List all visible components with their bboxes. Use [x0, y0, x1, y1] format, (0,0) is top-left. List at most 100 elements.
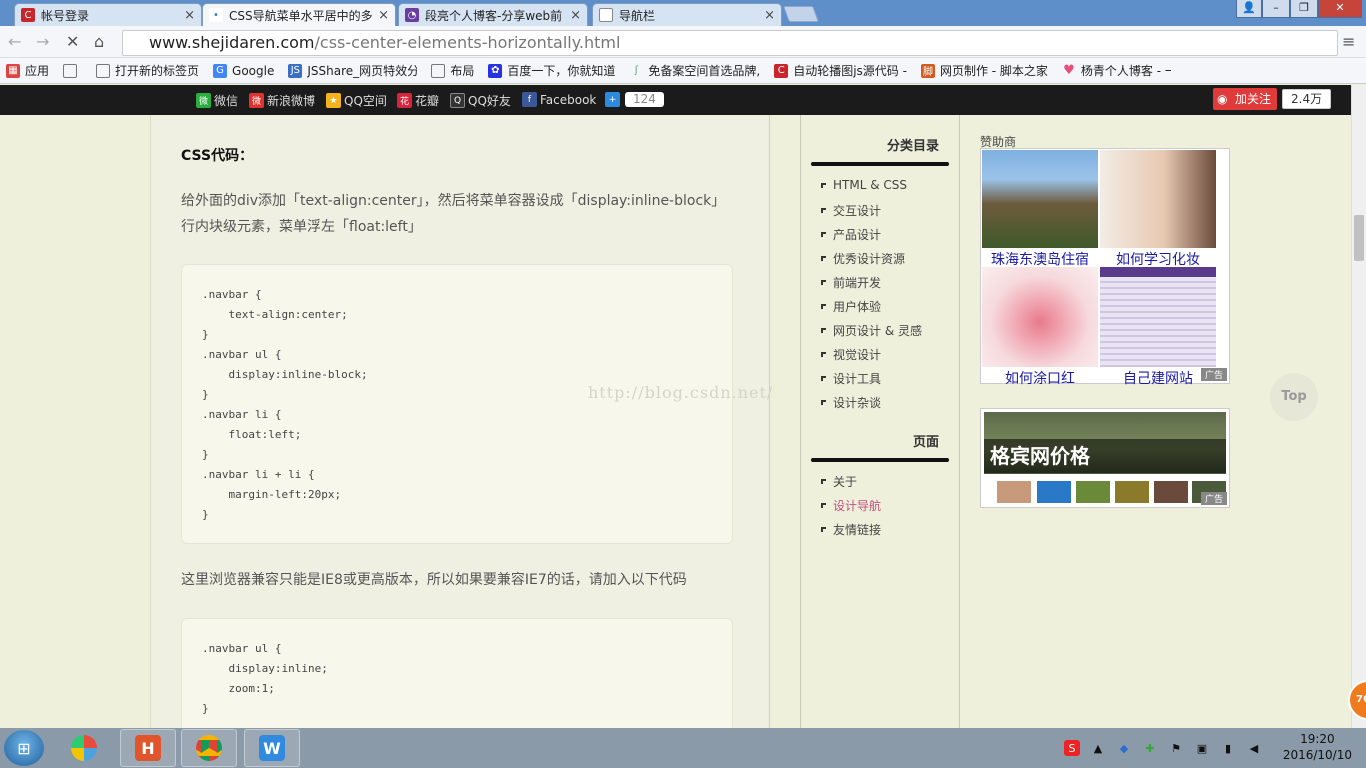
bookmark-apps[interactable]: ▦ 应用 — [6, 62, 49, 79]
home-icon[interactable]: ⌂ — [94, 32, 104, 51]
plus-icon: + — [605, 92, 620, 107]
csdn-favicon-icon: C — [774, 63, 789, 78]
category-link[interactable]: 网页设计 & 灵感 — [821, 322, 922, 339]
category-label: 交互设计 — [833, 204, 882, 218]
taskbar-wps[interactable]: W — [244, 729, 300, 767]
address-bar[interactable]: www.shejidaren.com/css-center-elements-h… — [122, 30, 1338, 56]
share-qq[interactable]: Q QQ好友 — [450, 92, 511, 109]
page-link-about[interactable]: 关于 — [821, 473, 857, 490]
plus-shield-icon[interactable]: ✚ — [1142, 740, 1158, 756]
scrollbar-thumb[interactable] — [1354, 215, 1364, 261]
ad-label[interactable]: 如何学习化妆 — [1100, 249, 1216, 269]
sogou-icon[interactable]: S — [1064, 740, 1080, 756]
taskbar-app[interactable] — [56, 729, 112, 767]
back-to-top-button[interactable]: Top — [1270, 373, 1318, 421]
ad-label[interactable]: 珠海东澳岛住宿 — [982, 249, 1098, 269]
bookmark-google[interactable]: G Google — [213, 63, 274, 78]
chevron-up-icon[interactable]: ▲ — [1090, 740, 1106, 756]
ad-image-website[interactable] — [1100, 267, 1216, 367]
share-facebook[interactable]: f Facebook — [522, 92, 596, 107]
tab-blog[interactable]: ◔ 段亮个人博客-分享web前 × — [398, 3, 588, 26]
close-icon[interactable]: × — [764, 8, 775, 23]
bookmark-item[interactable] — [63, 63, 82, 78]
share-wechat[interactable]: 微微信 — [196, 92, 238, 109]
ad-label[interactable]: 如何涂口红 — [982, 368, 1098, 388]
category-link[interactable]: 优秀设计资源 — [821, 250, 905, 267]
bookmark-label: 自动轮播图js源代码 - — [793, 64, 907, 78]
signal-icon[interactable]: ▮ — [1220, 740, 1236, 756]
code-line: zoom:1; — [202, 682, 275, 695]
taskbar-chrome[interactable] — [181, 729, 237, 767]
pages-title: 页面 — [912, 435, 939, 450]
ad-banner[interactable]: 格宾网价格 广告 — [980, 408, 1230, 508]
category-link[interactable]: HTML & CSS — [821, 178, 907, 192]
bookmark-new-tab[interactable]: 打开新的标签页 — [96, 62, 199, 79]
close-window-icon[interactable]: ✕ — [1318, 0, 1362, 18]
category-link[interactable]: 交互设计 — [821, 202, 881, 219]
category-link[interactable]: 前端开发 — [821, 274, 881, 291]
forward-arrow-icon[interactable]: → — [36, 32, 49, 51]
category-label: 设计工具 — [833, 372, 882, 386]
ad-image-hotel[interactable] — [982, 150, 1098, 248]
ad-tag: 广告 — [1200, 492, 1227, 505]
minimize-icon[interactable]: – — [1262, 0, 1290, 18]
user-icon[interactable]: 👤 — [1236, 0, 1262, 18]
bookmark-hosting[interactable]: ʃ 免备案空间首选品牌, — [629, 62, 761, 79]
bookmark-jsshare[interactable]: JS JSShare_网页特效分享 — [288, 62, 417, 79]
page-icon — [431, 63, 446, 78]
facebook-icon: f — [522, 92, 537, 107]
share-label: 花瓣 — [415, 94, 440, 108]
new-tab-button[interactable] — [783, 6, 819, 22]
tab-login[interactable]: C 帐号登录 × — [14, 3, 202, 26]
ad-thumb[interactable] — [1115, 481, 1149, 503]
bookmark-layout[interactable]: 布局 — [431, 62, 474, 79]
ad-thumb[interactable] — [1154, 481, 1188, 503]
clock[interactable]: 19:20 2016/10/10 — [1283, 731, 1352, 763]
windows-start-icon[interactable]: ⊞ — [4, 730, 44, 766]
page-link-friends[interactable]: 友情链接 — [821, 521, 881, 538]
network-error-icon[interactable]: ⚑ — [1168, 740, 1184, 756]
maximize-icon[interactable]: ❐ — [1290, 0, 1318, 18]
tab-navbar[interactable]: 导航栏 × — [592, 3, 782, 26]
stop-icon[interactable]: ✕ — [66, 32, 79, 51]
page-link-design-nav[interactable]: 设计导航 — [821, 497, 881, 514]
category-label: 用户体验 — [833, 300, 882, 314]
bookmark-yangqq[interactable]: ♥ 杨青个人博客 - 一个实 — [1062, 62, 1171, 79]
share-qzone[interactable]: ★ QQ空间 — [326, 92, 387, 109]
category-link[interactable]: 用户体验 — [821, 298, 881, 315]
menu-icon[interactable]: ≡ — [1342, 32, 1355, 51]
category-link[interactable]: 设计工具 — [821, 370, 881, 387]
back-arrow-icon[interactable]: ← — [8, 32, 21, 51]
bookmark-baidu[interactable]: ✿ 百度一下，你就知道 — [488, 62, 615, 79]
share-weibo[interactable]: 微新浪微博 — [249, 92, 315, 109]
ad-thumb[interactable] — [1037, 481, 1071, 503]
close-icon[interactable]: × — [378, 8, 389, 23]
share-huaban[interactable]: 花花瓣 — [397, 92, 439, 109]
tab-css-nav[interactable]: • CSS导航菜单水平居中的多 × — [202, 3, 396, 26]
pinwheel-app-icon — [71, 735, 97, 761]
close-icon[interactable]: × — [184, 8, 195, 23]
taskbar-hbuilder[interactable]: H — [120, 729, 176, 767]
category-link[interactable]: 设计杂谈 — [821, 394, 881, 411]
ad-thumb[interactable] — [997, 481, 1031, 503]
category-link[interactable]: 视觉设计 — [821, 346, 881, 363]
page-scrollbar[interactable] — [1351, 85, 1366, 728]
share-more[interactable]: +124 — [605, 92, 664, 107]
jb51-icon: 脚 — [920, 63, 935, 78]
ad-image-lipstick[interactable] — [982, 267, 1098, 367]
ad-thumb[interactable] — [1076, 481, 1110, 503]
bookmark-jb51[interactable]: 脚网页制作 - 脚本之家 — [920, 62, 1048, 79]
bookmark-carousel[interactable]: C 自动轮播图js源代码 - — [774, 62, 907, 79]
clipboard-icon[interactable]: ▣ — [1194, 740, 1210, 756]
category-link[interactable]: 产品设计 — [821, 226, 881, 243]
weibo-follow-button[interactable]: ◉ 加关注 — [1213, 88, 1278, 110]
ad-label[interactable]: 自己建网站 — [1100, 368, 1216, 388]
url-host: www.shejidaren.com — [149, 33, 315, 52]
close-icon[interactable]: × — [570, 8, 581, 23]
volume-icon[interactable]: ◀ — [1246, 740, 1262, 756]
cube-icon[interactable]: ◆ — [1116, 740, 1132, 756]
category-label: HTML & CSS — [833, 178, 907, 192]
ad-grid[interactable]: 珠海东澳岛住宿 如何学习化妆 如何涂口红 自己建网站 广告 — [980, 148, 1230, 387]
ad-image-makeup[interactable] — [1100, 150, 1216, 248]
heart-icon: ♥ — [1063, 63, 1075, 78]
